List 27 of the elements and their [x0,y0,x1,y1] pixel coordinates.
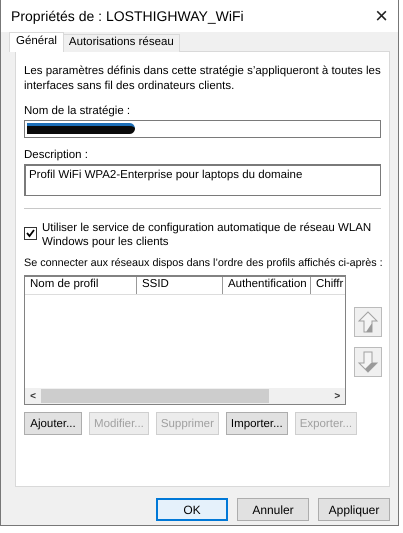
policy-name-field[interactable] [24,120,381,138]
scroll-left-button[interactable]: < [25,390,41,402]
move-down-button[interactable] [354,347,382,377]
column-header[interactable]: SSID [137,277,223,294]
scroll-right-button[interactable]: > [329,390,346,402]
dialog-button[interactable]: OK [156,498,228,521]
profile-button[interactable]: Ajouter... [24,412,82,435]
profile-button[interactable]: Importer... [226,412,288,435]
field-label: Description : [24,149,89,161]
dialog-button[interactable]: Annuler [237,498,309,521]
scrollbar-thumb[interactable] [41,389,269,403]
close-button[interactable]: × [375,5,388,27]
column-header[interactable]: Nom de profil [25,277,137,294]
intro-text: Les paramètres définis dans cette stratégie s’appliqueront à toutes les interfaces sans fil des ordinateurs clients. [24,64,381,94]
column-header[interactable]: Chiffr [311,277,346,294]
description-field[interactable]: Profil WiFi WPA2-Enterprise pour laptops du domaine [24,164,381,196]
window-title: Propriétés de : LOSTHIGHWAY_WiFi [11,8,244,24]
field-label: Nom de la stratégie : [24,105,132,117]
profile-list[interactable]: Nom de profil SSID Authentification Chiffr < > [24,275,346,405]
checkbox[interactable] [24,227,37,240]
checkbox-label: Utiliser le service de configuration automatique de réseau WLAN Windows pour les clients [42,221,372,249]
dialog-button[interactable]: Appliquer [318,498,390,521]
column-header[interactable]: Authentification [223,277,311,294]
list-label: Se connecter aux réseaux dispos dans l’ordre des profils affichés ci-après : [24,257,381,269]
tab[interactable]: Autorisations réseau [62,34,180,52]
tab[interactable]: Général [9,32,64,52]
move-up-button[interactable] [354,307,382,337]
